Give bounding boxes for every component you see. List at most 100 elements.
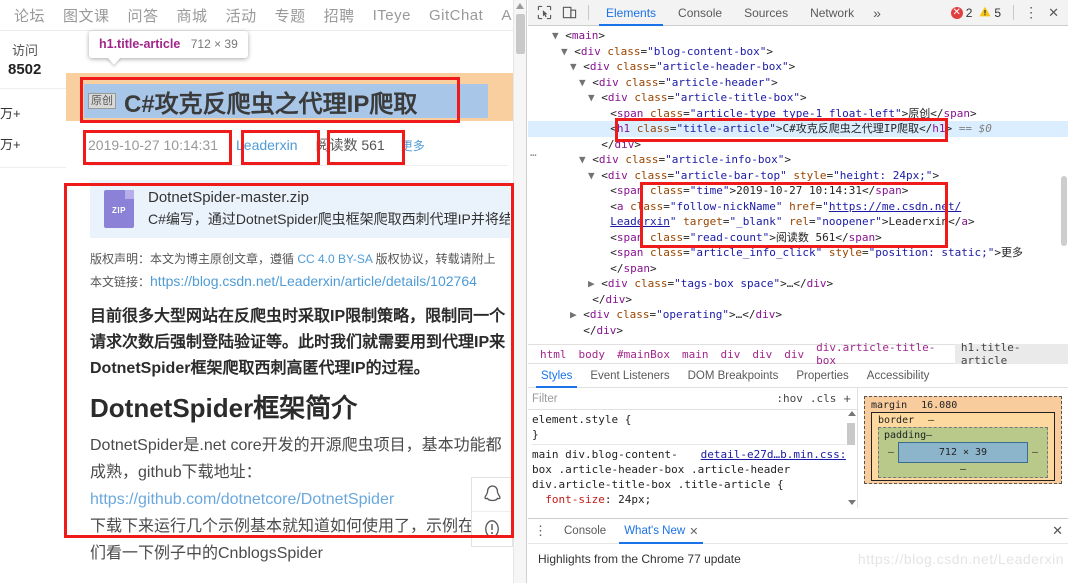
devtools-tab-sources[interactable]: Sources — [733, 0, 799, 26]
dom-tree-node[interactable]: </div> — [528, 137, 1068, 153]
dom-tree-node[interactable]: ▼ <div class="blog-content-box"> — [528, 44, 1068, 60]
dom-tree-node[interactable]: ▼ <div class="article-header-box"> — [528, 59, 1068, 75]
drawer-tab-close-icon[interactable]: ✕ — [689, 525, 698, 538]
nav-item-8[interactable]: GitChat — [429, 7, 483, 24]
nav-item-4[interactable]: 活动 — [226, 5, 257, 26]
dom-tree-node[interactable]: <h1 class="title-article">C#攻克反爬虫之代理IP爬取… — [528, 121, 1068, 137]
dom-tree-node[interactable]: <span class="article-type type-1 float-l… — [528, 106, 1068, 122]
license-link[interactable]: CC 4.0 BY-SA — [297, 252, 372, 266]
article-author-link[interactable]: Leaderxin — [236, 137, 298, 153]
nav-item-1[interactable]: 图文课 — [63, 5, 110, 26]
expand-arrow-open-icon[interactable]: ▼ — [579, 76, 592, 89]
dom-tree-node[interactable]: Leaderxin" target="_blank" rel="noopener… — [528, 214, 1068, 230]
box-model-padding-top-value[interactable]: – — [926, 430, 932, 441]
box-model-padding-right[interactable]: – — [1028, 447, 1042, 458]
box-model-diagram[interactable]: margin 16.080 border – padding– – 712 × … — [858, 388, 1068, 508]
styles-scroll-thumb[interactable] — [847, 423, 855, 445]
nav-item-7[interactable]: ITeye — [373, 7, 411, 24]
styles-pane-scrollbar[interactable] — [846, 410, 857, 508]
dom-tree-node[interactable]: ▶ <div class="tags-box space">…</div> — [528, 276, 1068, 292]
dom-tree-node[interactable]: </span> — [528, 261, 1068, 277]
box-model-padding[interactable]: padding– – 712 × 39 – – — [878, 427, 1048, 478]
dom-tree-node[interactable]: <a class="follow-nickName" href="https:/… — [528, 199, 1068, 215]
styles-tab-properties[interactable]: Properties — [787, 364, 857, 388]
breadcrumb-item[interactable]: div — [714, 348, 746, 361]
drawer-tab-what-s-new[interactable]: What's New ✕ — [615, 519, 707, 544]
drawer-close-icon[interactable]: ✕ — [1052, 523, 1063, 539]
styles-tab-accessibility[interactable]: Accessibility — [858, 364, 939, 388]
floating-action-buttons[interactable] — [471, 477, 513, 547]
dom-tree-node[interactable]: </div> — [528, 292, 1068, 308]
download-attachment-box[interactable]: ZIP DotnetSpider-master.zip C#编写，通过Dotne… — [90, 180, 510, 238]
breadcrumb-item[interactable]: main — [676, 348, 715, 361]
dom-tree-node[interactable]: ▼ <div class="article-bar-top" style="he… — [528, 168, 1068, 184]
dom-tree-node[interactable]: <span class="read-count">阅读数 561</span> — [528, 230, 1068, 246]
nav-item-5[interactable]: 专题 — [275, 5, 306, 26]
page-scrollbar[interactable] — [513, 0, 526, 583]
box-model-border[interactable]: border – padding– – 712 × 39 – – — [871, 412, 1055, 481]
box-model-margin[interactable]: margin 16.080 border – padding– – 712 × … — [864, 396, 1062, 484]
box-model-padding-bottom[interactable]: – — [884, 464, 1042, 475]
breadcrumb-item[interactable]: body — [573, 348, 612, 361]
drawer-tab-console[interactable]: Console — [555, 519, 615, 544]
devtools-tab-elements[interactable]: Elements — [595, 0, 667, 26]
article-more-link[interactable]: 更多 — [401, 137, 425, 154]
styles-scroll-up-arrow[interactable] — [848, 411, 856, 416]
dom-tree-node[interactable]: ▼ <main> — [528, 28, 1068, 44]
expand-arrow-closed-icon[interactable]: ▶ — [570, 308, 583, 321]
nav-item-6[interactable]: 招聘 — [324, 5, 355, 26]
nav-item-0[interactable]: 论坛 — [14, 5, 45, 26]
expand-arrow-open-icon[interactable]: ▼ — [552, 29, 565, 42]
styles-filter-input[interactable]: Filter — [532, 393, 776, 405]
dom-tree-node[interactable]: ▶ <div class="operating">…</div> — [528, 307, 1068, 323]
error-count-badge[interactable]: ✕ 2 — [950, 6, 972, 20]
scroll-up-arrow[interactable] — [516, 3, 524, 9]
dom-tree-view[interactable]: … ▼ <main> ▼ <div class="blog-content-box… — [528, 26, 1068, 344]
box-model-padding-left[interactable]: – — [884, 447, 898, 458]
nav-item-2[interactable]: 问答 — [128, 5, 159, 26]
more-panels-chevron-icon[interactable]: » — [865, 5, 889, 21]
article-permalink[interactable]: https://blog.csdn.net/Leaderxin/article/… — [150, 273, 477, 289]
expand-arrow-closed-icon[interactable]: ▶ — [588, 277, 601, 290]
breadcrumb-item[interactable]: div — [778, 348, 810, 361]
expand-arrow-open-icon[interactable]: ▼ — [588, 169, 601, 182]
styles-tab-dom-breakpoints[interactable]: DOM Breakpoints — [679, 364, 788, 388]
inspect-element-icon[interactable] — [532, 2, 557, 24]
breadcrumb-item[interactable]: #mainBox — [611, 348, 676, 361]
box-model-border-top-value[interactable]: – — [928, 415, 934, 426]
github-link[interactable]: https://github.com/dotnetcore/DotnetSpid… — [90, 486, 526, 513]
report-issue-icon[interactable] — [472, 512, 512, 546]
expand-arrow-open-icon[interactable]: ▼ — [588, 91, 601, 104]
box-model-content[interactable]: 712 × 39 — [898, 442, 1028, 463]
kebab-menu-icon[interactable]: ⋮ — [1019, 5, 1043, 19]
css-declaration-font-size[interactable]: font-size: 24px; — [532, 492, 853, 507]
new-style-rule-button[interactable]: + — [843, 391, 851, 406]
expand-arrow-open-icon[interactable]: ▼ — [579, 153, 592, 166]
expand-arrow-open-icon[interactable]: ▼ — [561, 45, 574, 58]
styles-tab-event-listeners[interactable]: Event Listeners — [581, 364, 678, 388]
expand-arrow-open-icon[interactable]: ▼ — [570, 60, 583, 73]
breadcrumb-item[interactable]: div — [746, 348, 778, 361]
dom-tree-node[interactable]: ▼ <div class="article-info-box"> — [528, 152, 1068, 168]
hov-toggle-button[interactable]: :hov — [776, 392, 803, 405]
devtools-tab-console[interactable]: Console — [667, 0, 733, 26]
breadcrumb-item[interactable]: h1.title-article — [954, 341, 1068, 367]
scroll-thumb[interactable] — [516, 14, 525, 54]
device-toolbar-icon[interactable] — [557, 2, 582, 24]
dom-tree-node[interactable]: <span class="time">2019-10-27 10:14:31</… — [528, 183, 1068, 199]
qq-chat-icon[interactable] — [472, 478, 512, 512]
styles-tab-styles[interactable]: Styles — [532, 364, 581, 388]
box-model-margin-top-value[interactable]: 16.080 — [921, 400, 957, 411]
breadcrumb-item[interactable]: html — [534, 348, 573, 361]
warning-count-badge[interactable]: 5 — [979, 6, 1001, 20]
devtools-tab-network[interactable]: Network — [799, 0, 865, 26]
dom-tree-node[interactable]: ▼ <div class="article-title-box"> — [528, 90, 1068, 106]
close-icon[interactable]: ✕ — [1043, 6, 1064, 19]
nav-item-3[interactable]: 商城 — [177, 5, 208, 26]
css-source-link[interactable]: detail-e27d…b.min.css:1 — [701, 447, 853, 462]
drawer-kebab-menu-icon[interactable]: ⋮ — [534, 524, 547, 537]
dom-tree-node[interactable]: </div> — [528, 323, 1068, 339]
dom-tree-node[interactable]: <span class="article_info_click" style="… — [528, 245, 1068, 261]
dom-tree-node[interactable]: ▼ <div class="article-header"> — [528, 75, 1068, 91]
styles-scroll-down-arrow[interactable] — [848, 500, 856, 505]
